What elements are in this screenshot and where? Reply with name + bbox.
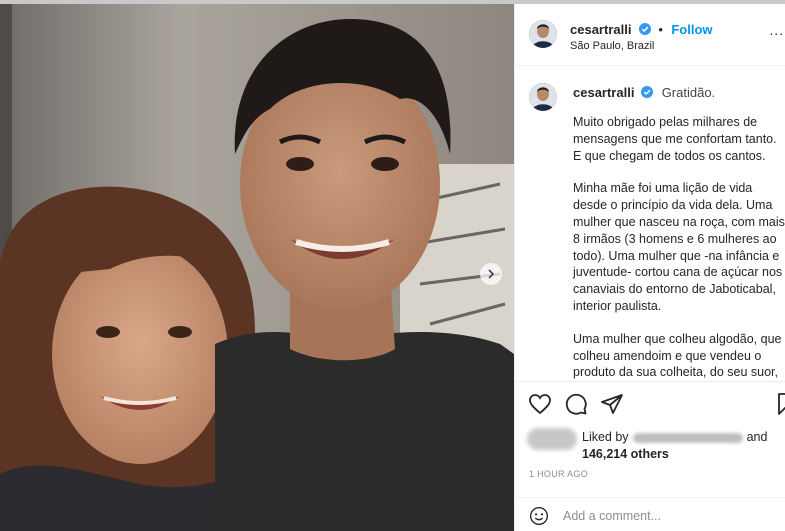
carousel-indicator: [229, 525, 253, 531]
separator-dot: •: [658, 22, 663, 37]
liked-by-prefix: Liked by: [582, 430, 629, 444]
blurred-username: [632, 432, 743, 443]
bookmark-icon[interactable]: [774, 392, 785, 416]
comment-bar: [515, 497, 785, 531]
profile-picture: [529, 83, 557, 111]
smiley-icon[interactable]: [529, 506, 549, 526]
caption-title: Gratidão.: [661, 85, 716, 100]
post-photo-image: [0, 4, 514, 531]
header-user-line: cesartralli • Follow: [570, 21, 713, 39]
caption-first-line: cesartralli Gratidão.: [573, 85, 715, 100]
caption-paragraph: Muito obrigado pelas milhares de mensage…: [573, 115, 777, 163]
post-timestamp[interactable]: 1 HOUR AGO: [529, 469, 588, 479]
follow-button[interactable]: Follow: [671, 22, 712, 37]
profile-picture: [529, 20, 557, 48]
likes-count-link[interactable]: 146,214 others: [582, 447, 669, 461]
comment-icon[interactable]: [564, 392, 588, 416]
post-header: cesartralli • Follow São Paulo, Brazil .…: [515, 4, 785, 66]
location-link[interactable]: São Paulo, Brazil: [570, 40, 654, 52]
blurred-liker-avatars: [527, 428, 577, 450]
heart-icon[interactable]: [528, 392, 552, 416]
action-bar: [515, 381, 785, 421]
paper-plane-icon[interactable]: [600, 392, 624, 416]
likes-summary: Liked by and 146,214 others: [527, 428, 782, 462]
username-link[interactable]: cesartralli: [570, 22, 631, 37]
avatar[interactable]: [529, 20, 557, 48]
verified-badge-icon: [641, 86, 654, 98]
chevron-right-icon: [488, 269, 495, 279]
caption-section: cesartralli Gratidão. Muito obrigado pel…: [515, 67, 785, 379]
post-photo[interactable]: [0, 4, 514, 531]
post-side-panel: cesartralli • Follow São Paulo, Brazil .…: [514, 4, 785, 531]
verified-badge-icon: [638, 23, 651, 35]
comment-input[interactable]: [563, 506, 778, 526]
caption-body: Muito obrigado pelas milhares de mensage…: [573, 114, 785, 379]
caption-paragraph: Uma mulher que colheu algodão, que colhe…: [573, 331, 782, 379]
more-options-icon[interactable]: ...: [769, 22, 784, 38]
caption-paragraph: Minha mãe foi uma lição de vida desde o …: [573, 181, 785, 313]
caption-username[interactable]: cesartralli: [573, 85, 634, 100]
liked-by-line: Liked by and: [582, 430, 767, 444]
avatar[interactable]: [529, 83, 557, 111]
liked-by-suffix: and: [746, 430, 768, 444]
carousel-next-button[interactable]: [480, 263, 502, 285]
